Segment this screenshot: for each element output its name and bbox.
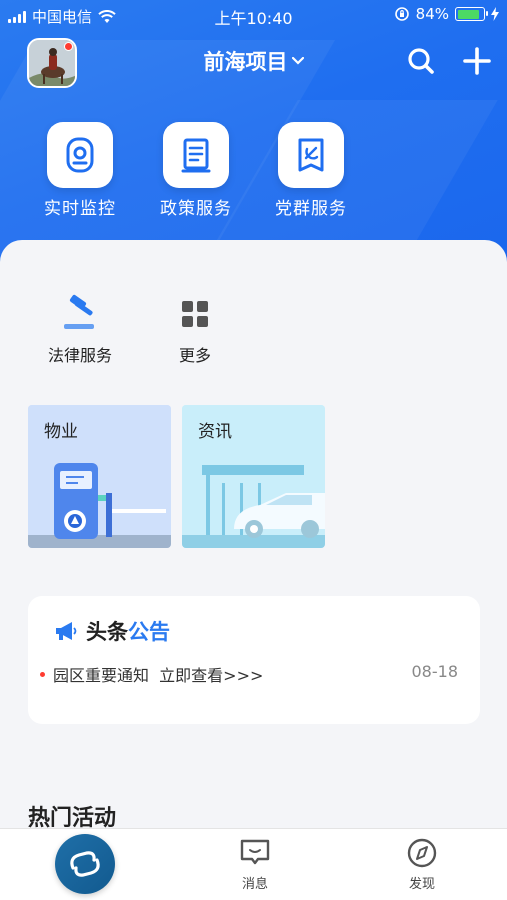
notice-header: 头条公告 bbox=[54, 616, 170, 646]
service-legal[interactable]: 法律服务 bbox=[35, 294, 125, 366]
charging-icon bbox=[491, 7, 499, 21]
document-icon bbox=[181, 138, 211, 173]
monitor-tile bbox=[47, 122, 113, 188]
unread-dot bbox=[40, 672, 45, 677]
tab-messages[interactable]: 消息 bbox=[210, 837, 300, 892]
megaphone-icon bbox=[56, 622, 77, 640]
tab-home-button[interactable] bbox=[55, 834, 115, 894]
service-label: 法律服务 bbox=[47, 346, 112, 365]
orientation-lock-icon bbox=[394, 7, 409, 21]
notice-title-announcement: 公告 bbox=[128, 620, 170, 644]
policy-tile bbox=[163, 122, 229, 188]
search-icon bbox=[408, 48, 434, 74]
plus-icon bbox=[463, 47, 491, 75]
add-button[interactable] bbox=[460, 44, 494, 78]
battery-icon bbox=[455, 7, 488, 21]
property-card[interactable]: 物业 bbox=[28, 405, 171, 548]
news-card[interactable]: 资讯 bbox=[182, 405, 325, 548]
chevron-down-icon bbox=[291, 56, 304, 65]
notice-item-date: 08-18 bbox=[411, 662, 459, 681]
quick-service-label: 政策服务 bbox=[160, 199, 232, 219]
compass-icon bbox=[407, 838, 437, 868]
monitor-icon bbox=[66, 137, 94, 173]
project-title: 前海项目 bbox=[203, 50, 288, 74]
tab-messages-label: 消息 bbox=[241, 877, 268, 892]
tab-discover-label: 发现 bbox=[408, 877, 435, 892]
card-label: 物业 bbox=[44, 422, 78, 442]
message-icon bbox=[240, 839, 270, 865]
grid-icon bbox=[182, 301, 208, 327]
quick-service-label: 党群服务 bbox=[275, 199, 347, 219]
notice-item[interactable]: 园区重要通知 立即查看>>> 08-18 bbox=[40, 662, 458, 686]
headline-notice[interactable]: 头条公告 园区重要通知 立即查看>>> 08-18 bbox=[28, 596, 480, 724]
quick-service-party[interactable]: 党群服务 bbox=[256, 122, 366, 219]
quick-service-label: 实时监控 bbox=[44, 199, 116, 219]
status-bar: 中国电信 上午10:40 84% bbox=[0, 0, 507, 30]
notice-item-text: 园区重要通知 立即查看>>> bbox=[53, 666, 264, 685]
battery-percent: 84% bbox=[415, 5, 449, 23]
top-bar: 前海项目 bbox=[0, 32, 507, 90]
quick-service-policy[interactable]: 政策服务 bbox=[141, 122, 251, 219]
party-tile bbox=[278, 122, 344, 188]
gavel-icon bbox=[64, 294, 94, 329]
service-label: 更多 bbox=[178, 346, 211, 365]
notice-title-headline: 头条 bbox=[86, 620, 128, 644]
service-more[interactable]: 更多 bbox=[150, 294, 240, 366]
search-button[interactable] bbox=[404, 44, 438, 78]
link-icon bbox=[70, 851, 100, 877]
card-label: 资讯 bbox=[198, 422, 232, 442]
quick-service-monitor[interactable]: 实时监控 bbox=[25, 122, 135, 219]
party-badge-icon bbox=[298, 138, 324, 172]
tab-discover[interactable]: 发现 bbox=[377, 837, 467, 892]
